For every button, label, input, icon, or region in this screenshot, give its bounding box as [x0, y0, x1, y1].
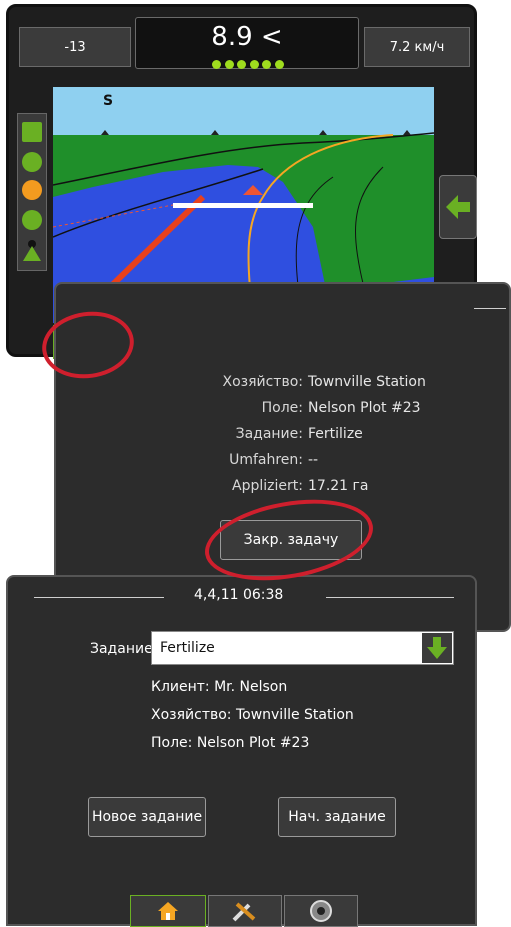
camera-icon [310, 900, 332, 922]
boom-status-icon[interactable] [22, 122, 42, 142]
vehicle-status-icon[interactable] [22, 240, 42, 261]
cross-track-value: -13 [64, 39, 86, 55]
distance-box[interactable]: 8.9 < [135, 17, 359, 69]
farm-label: Хозяйство: [222, 374, 303, 390]
farm-info: Хозяйство: Townville Station [151, 707, 354, 723]
job-label: Задание: [235, 426, 303, 442]
home-tab-lower[interactable] [130, 895, 206, 927]
applied-label: Appliziert: [232, 478, 303, 494]
applied-value: 17.21 га [308, 478, 369, 494]
divider-line [474, 308, 506, 309]
arrow-left-icon [446, 195, 470, 219]
home-icon [158, 902, 178, 920]
field-info: Поле: Nelson Plot #23 [151, 735, 310, 751]
status-icon-bar [17, 113, 47, 271]
lightbar-leds [212, 60, 284, 70]
start-job-button[interactable]: Нач. задание [278, 797, 396, 837]
speed-box[interactable]: 7.2 км/ч [364, 27, 470, 67]
job-select[interactable]: Fertilize [151, 631, 454, 665]
job-select-label: Задание [90, 641, 153, 657]
divider-right [326, 597, 454, 598]
client-info: Клиент: Mr. Nelson [151, 679, 288, 695]
heading-letter: S [103, 93, 113, 109]
tools-icon [232, 902, 256, 922]
steering-status-icon[interactable] [22, 152, 42, 172]
farm-value: Townville Station [308, 374, 426, 390]
field-value: Nelson Plot #23 [308, 400, 421, 416]
bypassed-value: -- [308, 452, 319, 468]
tools-tab-lower[interactable] [208, 895, 282, 927]
job-select-value: Fertilize [160, 640, 215, 656]
speed-value: 7.2 км/ч [389, 39, 445, 55]
camera-tab-lower[interactable] [284, 895, 358, 927]
section-status-icon[interactable] [22, 180, 42, 200]
dropdown-button[interactable] [422, 633, 452, 663]
job-value: Fertilize [308, 426, 363, 442]
job-start-panel: 4,4,11 06:38 Задание Fertilize Клиент: M… [6, 575, 477, 927]
back-arrow-button[interactable] [439, 175, 477, 239]
distance-value: 8.9 < [211, 22, 283, 52]
divider-left [34, 597, 164, 598]
date-time: 4,4,11 06:38 [194, 587, 284, 603]
bypassed-label: Umfahren: [229, 452, 303, 468]
cross-track-box[interactable]: -13 [19, 27, 131, 67]
field-label: Поле: [261, 400, 303, 416]
arrow-down-icon [427, 637, 447, 659]
new-job-button[interactable]: Новое задание [88, 797, 206, 837]
gps-status-icon[interactable] [22, 210, 42, 230]
